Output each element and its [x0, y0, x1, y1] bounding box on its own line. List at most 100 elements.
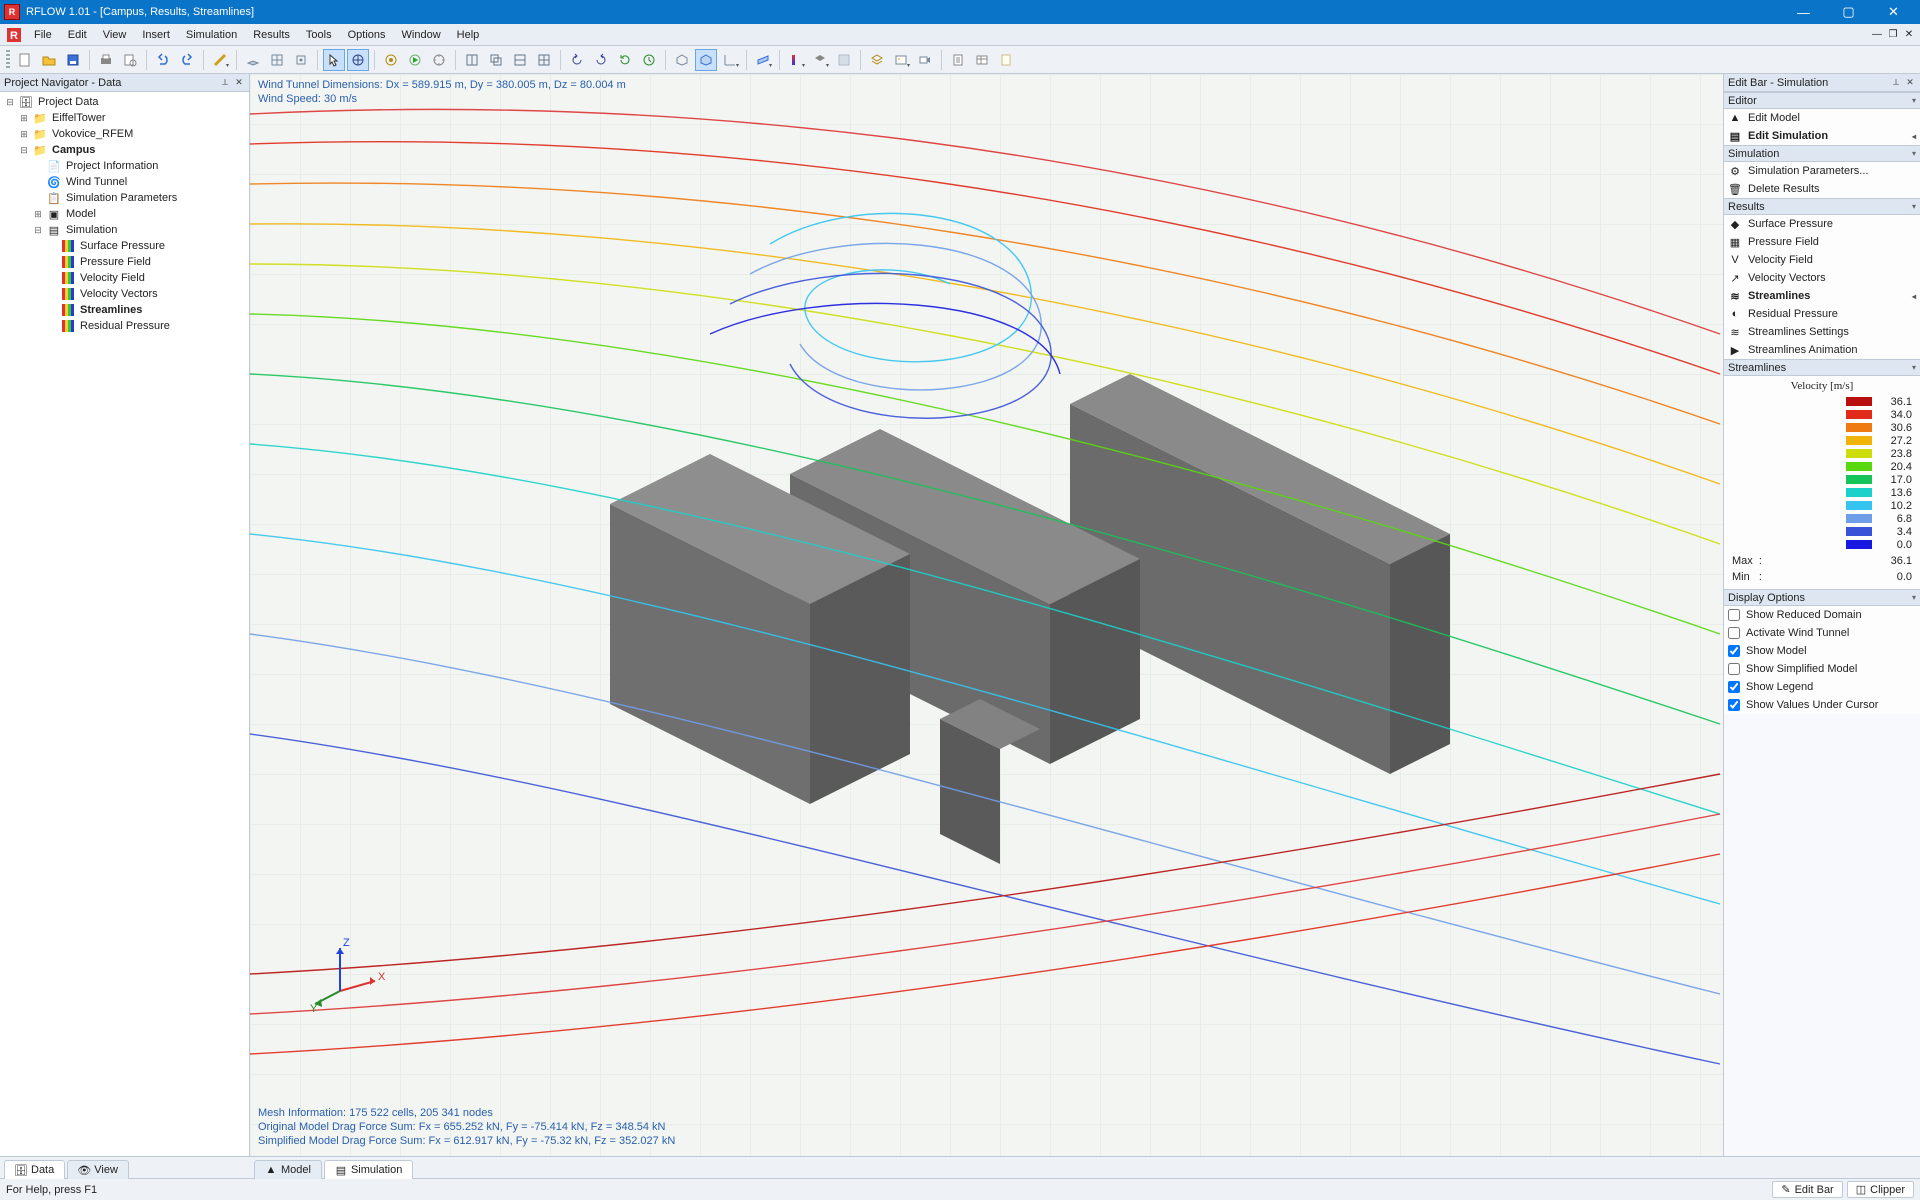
viewport-3d[interactable]: Wind Tunnel Dimensions: Dx = 589.915 m, … — [250, 74, 1724, 1156]
display-style-button[interactable]: ▾ — [809, 49, 831, 71]
tree-result[interactable]: Residual Pressure — [78, 320, 172, 332]
result-velocity-vectors[interactable]: ↗Velocity Vectors — [1724, 269, 1920, 287]
menu-simulation[interactable]: Simulation — [178, 27, 245, 43]
status-clipper-button[interactable]: ◫Clipper — [1847, 1181, 1914, 1198]
tree-project[interactable]: EiffelTower — [50, 112, 108, 124]
streamlines-settings[interactable]: ≋Streamlines Settings — [1724, 323, 1920, 341]
tree-expand-icon[interactable]: ⊞ — [32, 209, 44, 220]
tree-collapse-icon[interactable]: ⊟ — [32, 225, 44, 236]
display-checkbox[interactable] — [1728, 663, 1740, 675]
rotate-left-button[interactable] — [566, 49, 588, 71]
tree-project-active[interactable]: Campus — [50, 144, 97, 156]
display-checkbox[interactable] — [1728, 609, 1740, 621]
maximize-button[interactable]: ▢ — [1826, 0, 1871, 24]
status-editbar-button[interactable]: ✎Edit Bar — [1772, 1181, 1842, 1198]
print-preview-button[interactable] — [119, 49, 141, 71]
result-velocity-field[interactable]: VVelocity Field — [1724, 251, 1920, 269]
menu-insert[interactable]: Insert — [134, 27, 178, 43]
sim-settings-button[interactable] — [428, 49, 450, 71]
editbar-pin-icon[interactable]: ⟂ — [1890, 77, 1902, 89]
tree-item[interactable]: Simulation — [64, 224, 119, 236]
measure-button[interactable]: ▾ — [209, 49, 231, 71]
open-button[interactable] — [38, 49, 60, 71]
toolbar-grip[interactable] — [6, 50, 10, 70]
tab-simulation[interactable]: ▤Simulation — [324, 1160, 413, 1179]
section-simulation[interactable]: Simulation▾ — [1724, 145, 1920, 162]
tree-expand-icon[interactable]: ⊞ — [18, 113, 30, 124]
grid-button[interactable] — [266, 49, 288, 71]
display-option[interactable]: Show Values Under Cursor — [1724, 696, 1920, 714]
tab-model[interactable]: ▲Model — [254, 1160, 322, 1179]
tree-result[interactable]: Velocity Vectors — [78, 288, 160, 300]
tree-collapse-icon[interactable]: ⊟ — [4, 97, 16, 108]
tree-collapse-icon[interactable]: ⊟ — [18, 145, 30, 156]
navigate-button[interactable] — [347, 49, 369, 71]
menu-edit[interactable]: Edit — [60, 27, 95, 43]
color-scale-button[interactable]: ▾ — [785, 49, 807, 71]
work-plane-button[interactable] — [242, 49, 264, 71]
display-option[interactable]: Show Simplified Model — [1724, 660, 1920, 678]
display-option[interactable]: Show Reduced Domain — [1724, 606, 1920, 624]
tree-expand-icon[interactable]: ⊞ — [18, 129, 30, 140]
display-checkbox[interactable] — [1728, 699, 1740, 711]
tree-item[interactable]: Wind Tunnel — [64, 176, 129, 188]
display-option[interactable]: Show Model — [1724, 642, 1920, 660]
tree-item[interactable]: Model — [64, 208, 98, 220]
display-checkbox[interactable] — [1728, 645, 1740, 657]
sim-params-row[interactable]: ⚙Simulation Parameters... — [1724, 162, 1920, 180]
view-domain-button[interactable] — [695, 49, 717, 71]
layers-button[interactable] — [866, 49, 888, 71]
tree-item[interactable]: Simulation Parameters — [64, 192, 179, 204]
tree-result-active[interactable]: Streamlines — [78, 304, 144, 316]
section-results[interactable]: Results▾ — [1724, 198, 1920, 215]
rotate-right-button[interactable] — [590, 49, 612, 71]
menu-help[interactable]: Help — [449, 27, 488, 43]
menu-results[interactable]: Results — [245, 27, 298, 43]
window-quad-button[interactable] — [533, 49, 555, 71]
table-button[interactable] — [971, 49, 993, 71]
minimize-button[interactable]: — — [1781, 0, 1826, 24]
edit-model-row[interactable]: ▲Edit Model — [1724, 109, 1920, 127]
tree-project[interactable]: Vokovice_RFEM — [50, 128, 135, 140]
menu-options[interactable]: Options — [340, 27, 394, 43]
menu-file[interactable]: File — [26, 27, 60, 43]
tree-result[interactable]: Pressure Field — [78, 256, 153, 268]
tree-root[interactable]: Project Data — [36, 96, 101, 108]
tab-data[interactable]: 🗄Data — [4, 1160, 65, 1179]
streamlines-animation[interactable]: ▶Streamlines Animation — [1724, 341, 1920, 359]
display-checkbox[interactable] — [1728, 627, 1740, 639]
editbar-close-icon[interactable]: ✕ — [1904, 77, 1916, 89]
close-button[interactable]: ✕ — [1871, 0, 1916, 24]
delete-results-row[interactable]: 🗑Delete Results — [1724, 180, 1920, 198]
tree-result[interactable]: Velocity Field — [78, 272, 147, 284]
menu-tools[interactable]: Tools — [298, 27, 340, 43]
export-video-button[interactable] — [914, 49, 936, 71]
mdi-restore-icon[interactable]: ❐ — [1886, 28, 1900, 42]
section-display-options[interactable]: Display Options▾ — [1724, 589, 1920, 606]
section-editor[interactable]: Editor▾ — [1724, 92, 1920, 109]
display-option[interactable]: Show Legend — [1724, 678, 1920, 696]
display-checkbox[interactable] — [1728, 681, 1740, 693]
result-streamlines[interactable]: ≋Streamlines◂ — [1724, 287, 1920, 305]
undo-button[interactable] — [152, 49, 174, 71]
project-tree[interactable]: ⊟🗄Project Data ⊞📁EiffelTower ⊞📁Vokovice_… — [0, 92, 249, 1156]
navigator-close-icon[interactable]: ✕ — [233, 77, 245, 89]
result-residual-pressure[interactable]: ◐Residual Pressure — [1724, 305, 1920, 323]
sim-params-button[interactable] — [380, 49, 402, 71]
navigator-pin-icon[interactable]: ⟂ — [219, 77, 231, 89]
redo-button[interactable] — [176, 49, 198, 71]
section-streamlines[interactable]: Streamlines▾ — [1724, 359, 1920, 376]
refresh-button[interactable] — [614, 49, 636, 71]
transparency-button[interactable] — [833, 49, 855, 71]
select-button[interactable] — [323, 49, 345, 71]
tree-item[interactable]: Project Information — [64, 160, 160, 172]
tree-result[interactable]: Surface Pressure — [78, 240, 167, 252]
window-cascade-button[interactable] — [485, 49, 507, 71]
tab-view[interactable]: 👁View — [67, 1160, 129, 1179]
mdi-minimize-icon[interactable]: — — [1870, 28, 1884, 42]
print-button[interactable] — [95, 49, 117, 71]
display-option[interactable]: Activate Wind Tunnel — [1724, 624, 1920, 642]
window-hsplit-button[interactable] — [509, 49, 531, 71]
edit-simulation-row[interactable]: ▤Edit Simulation◂ — [1724, 127, 1920, 145]
new-button[interactable] — [14, 49, 36, 71]
